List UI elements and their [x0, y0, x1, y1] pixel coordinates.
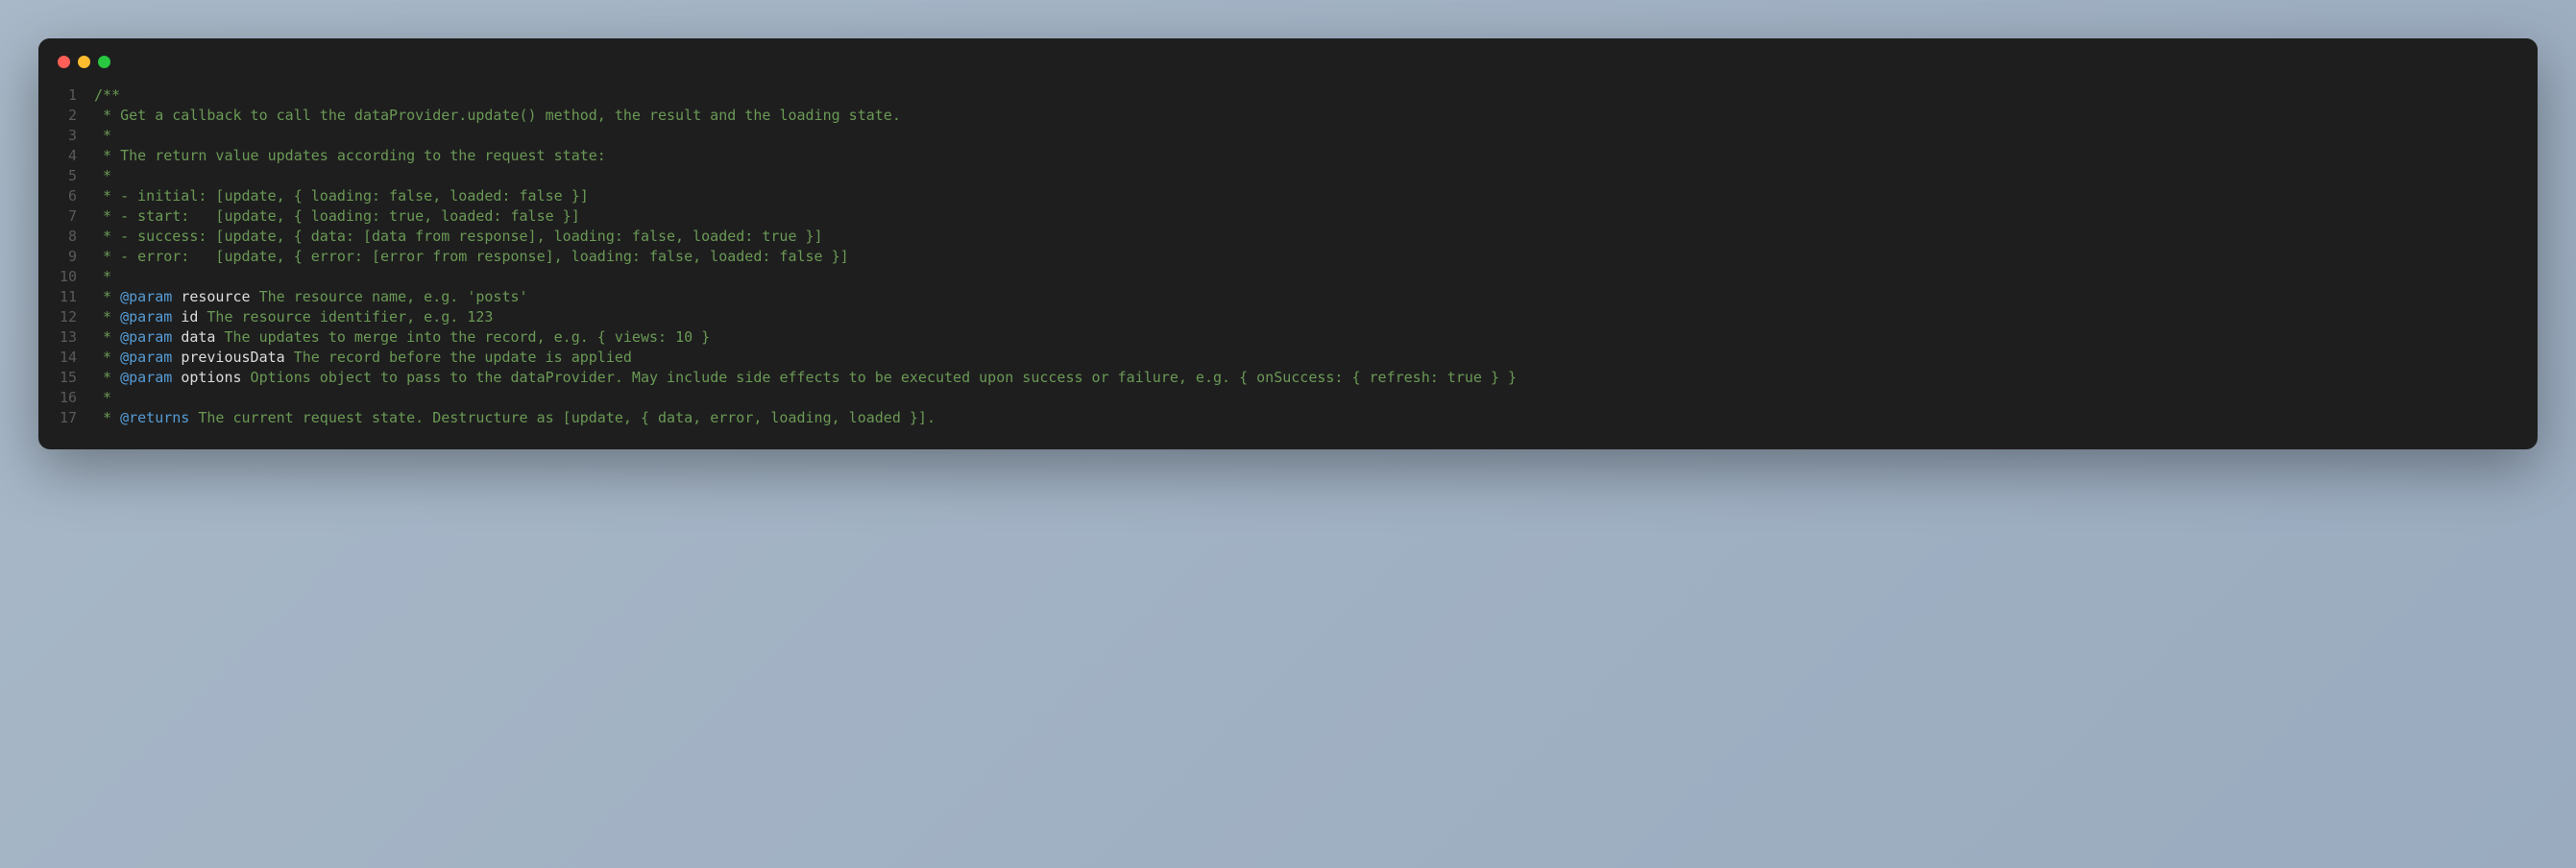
code-content: * - error: [update, { error: [error from…: [94, 247, 2538, 267]
token-comment: * - initial: [update, { loading: false, …: [94, 187, 589, 205]
token-paramname: data: [181, 328, 215, 346]
token-comment: The resource name, e.g. 'posts': [251, 288, 528, 305]
code-line: 11 * @param resource The resource name, …: [38, 287, 2538, 307]
code-content: * @param options Options object to pass …: [94, 368, 2538, 388]
token-comment: The resource identifier, e.g. 123: [198, 308, 493, 326]
code-line: 13 * @param data The updates to merge in…: [38, 327, 2538, 348]
code-line: 10 *: [38, 267, 2538, 287]
code-content: *: [94, 267, 2538, 287]
code-content: /**: [94, 85, 2538, 106]
line-number: 10: [38, 267, 94, 287]
token-tag: @param: [120, 369, 172, 386]
token-comment: * The return value updates according to …: [94, 147, 606, 164]
token-comment: [172, 369, 181, 386]
line-number: 13: [38, 327, 94, 348]
code-content: *: [94, 166, 2538, 186]
line-number: 9: [38, 247, 94, 267]
token-tag: @param: [120, 288, 172, 305]
token-comment: /**: [94, 86, 120, 104]
line-number: 12: [38, 307, 94, 327]
line-number: 1: [38, 85, 94, 106]
code-content: *: [94, 126, 2538, 146]
token-comment: *: [94, 288, 120, 305]
code-content: * The return value updates according to …: [94, 146, 2538, 166]
code-content: * @returns The current request state. De…: [94, 408, 2538, 428]
code-content: * - start: [update, { loading: true, loa…: [94, 206, 2538, 227]
token-tag: @param: [120, 328, 172, 346]
code-line: 5 *: [38, 166, 2538, 186]
token-paramname: previousData: [181, 349, 284, 366]
line-number: 16: [38, 388, 94, 408]
line-number: 11: [38, 287, 94, 307]
token-comment: *: [94, 328, 120, 346]
token-comment: * - start: [update, { loading: true, loa…: [94, 207, 580, 225]
code-line: 2 * Get a callback to call the dataProvi…: [38, 106, 2538, 126]
code-line: 6 * - initial: [update, { loading: false…: [38, 186, 2538, 206]
line-number: 8: [38, 227, 94, 247]
code-window: 1/**2 * Get a callback to call the dataP…: [38, 38, 2538, 449]
line-number: 3: [38, 126, 94, 146]
code-content: * @param resource The resource name, e.g…: [94, 287, 2538, 307]
token-comment: Options object to pass to the dataProvid…: [242, 369, 1518, 386]
token-comment: *: [94, 167, 111, 184]
code-line: 9 * - error: [update, { error: [error fr…: [38, 247, 2538, 267]
code-line: 14 * @param previousData The record befo…: [38, 348, 2538, 368]
token-tag: @returns: [120, 409, 189, 426]
code-content: * @param previousData The record before …: [94, 348, 2538, 368]
code-line: 3 *: [38, 126, 2538, 146]
token-comment: [172, 288, 181, 305]
code-line: 12 * @param id The resource identifier, …: [38, 307, 2538, 327]
code-line: 16 *: [38, 388, 2538, 408]
token-tag: @param: [120, 308, 172, 326]
token-paramname: options: [181, 369, 241, 386]
token-comment: *: [94, 127, 111, 144]
token-paramname: id: [181, 308, 198, 326]
token-comment: [172, 308, 181, 326]
line-number: 5: [38, 166, 94, 186]
code-content: * @param data The updates to merge into …: [94, 327, 2538, 348]
line-number: 2: [38, 106, 94, 126]
maximize-icon[interactable]: [98, 56, 110, 68]
code-content: * @param id The resource identifier, e.g…: [94, 307, 2538, 327]
code-editor[interactable]: 1/**2 * Get a callback to call the dataP…: [38, 80, 2538, 449]
token-comment: The record before the update is applied: [285, 349, 632, 366]
window-titlebar: [38, 38, 2538, 80]
code-content: * - initial: [update, { loading: false, …: [94, 186, 2538, 206]
line-number: 4: [38, 146, 94, 166]
token-comment: [172, 328, 181, 346]
token-comment: The updates to merge into the record, e.…: [215, 328, 710, 346]
close-icon[interactable]: [58, 56, 70, 68]
token-comment: The current request state. Destructure a…: [189, 409, 936, 426]
code-line: 7 * - start: [update, { loading: true, l…: [38, 206, 2538, 227]
token-comment: *: [94, 349, 120, 366]
token-comment: * - success: [update, { data: [data from…: [94, 228, 823, 245]
token-comment: [172, 349, 181, 366]
code-line: 17 * @returns The current request state.…: [38, 408, 2538, 428]
line-number: 6: [38, 186, 94, 206]
token-comment: * - error: [update, { error: [error from…: [94, 248, 849, 265]
token-comment: *: [94, 389, 111, 406]
token-tag: @param: [120, 349, 172, 366]
code-content: * - success: [update, { data: [data from…: [94, 227, 2538, 247]
code-line: 4 * The return value updates according t…: [38, 146, 2538, 166]
minimize-icon[interactable]: [78, 56, 90, 68]
token-comment: *: [94, 268, 111, 285]
code-content: * Get a callback to call the dataProvide…: [94, 106, 2538, 126]
code-line: 8 * - success: [update, { data: [data fr…: [38, 227, 2538, 247]
code-line: 1/**: [38, 85, 2538, 106]
token-comment: *: [94, 409, 120, 426]
line-number: 17: [38, 408, 94, 428]
code-content: *: [94, 388, 2538, 408]
token-comment: *: [94, 369, 120, 386]
line-number: 14: [38, 348, 94, 368]
line-number: 15: [38, 368, 94, 388]
line-number: 7: [38, 206, 94, 227]
token-paramname: resource: [181, 288, 250, 305]
code-line: 15 * @param options Options object to pa…: [38, 368, 2538, 388]
token-comment: * Get a callback to call the dataProvide…: [94, 107, 901, 124]
token-comment: *: [94, 308, 120, 326]
